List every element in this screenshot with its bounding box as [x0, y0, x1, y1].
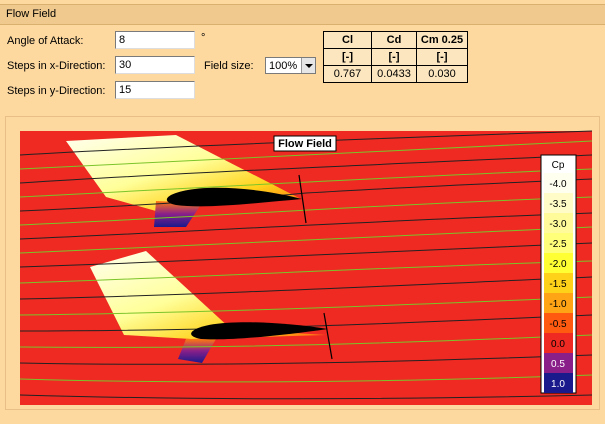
legend-label: -2.5	[549, 239, 567, 250]
panel-title-bar: Flow Field	[0, 4, 605, 25]
y-steps-input[interactable]	[115, 81, 195, 99]
legend-label: 0.0	[551, 339, 565, 350]
cm-unit: [-]	[416, 48, 468, 66]
field-size-label: Field size:	[204, 60, 254, 72]
legend-label: -3.0	[549, 219, 567, 230]
y-steps-label: Steps in y-Direction:	[7, 85, 106, 97]
cl-value: 0.767	[323, 65, 372, 83]
legend-title: Cp	[552, 160, 565, 171]
cl-header: Cl	[323, 31, 372, 49]
legend-label: -1.5	[549, 279, 567, 290]
cm-value: 0.030	[416, 65, 468, 83]
chevron-down-icon[interactable]	[301, 58, 315, 73]
cp-legend: Cp -4.0 -3.5 -3.0 -2.5 -2.0 -1.5 -1.0 -0.5 0.0 0.…	[540, 154, 577, 394]
cm-header: Cm 0.25	[416, 31, 468, 49]
flow-field-plot-frame: Flow Field Cp -4.0 -3.5 -3.0 -2.5 -2.0 -1.5 -1…	[5, 116, 600, 410]
flow-field-plot: Flow Field Cp -4.0 -3.5 -3.0 -2.5 -2.0 -1.5 -1…	[19, 130, 593, 405]
cd-unit: [-]	[371, 48, 417, 66]
legend-label: -4.0	[549, 179, 567, 190]
field-size-value: 100%	[269, 60, 298, 72]
panel-title: Flow Field	[6, 8, 57, 20]
coefficients-table: Cl Cd Cm 0.25 [-] [-] [-] 0.767 0.0433 0…	[323, 31, 468, 83]
x-steps-input[interactable]	[115, 56, 195, 74]
legend-label: -1.0	[549, 299, 567, 310]
legend-label: -3.5	[549, 199, 567, 210]
degree-unit: °	[201, 32, 206, 44]
angle-of-attack-input[interactable]	[115, 31, 195, 49]
field-size-select[interactable]: 100%	[265, 57, 316, 74]
cd-header: Cd	[371, 31, 417, 49]
flow-field-panel: Flow Field Angle of Attack: ° Steps in x…	[0, 0, 605, 424]
angle-of-attack-label: Angle of Attack:	[7, 35, 84, 47]
cd-value: 0.0433	[371, 65, 417, 83]
legend-label: -0.5	[549, 319, 567, 330]
legend-label: 1.0	[551, 379, 565, 390]
x-steps-label: Steps in x-Direction:	[7, 60, 106, 72]
legend-label: 0.5	[551, 359, 565, 370]
plot-title: Flow Field	[278, 138, 332, 150]
cl-unit: [-]	[323, 48, 372, 66]
legend-label: -2.0	[549, 259, 567, 270]
